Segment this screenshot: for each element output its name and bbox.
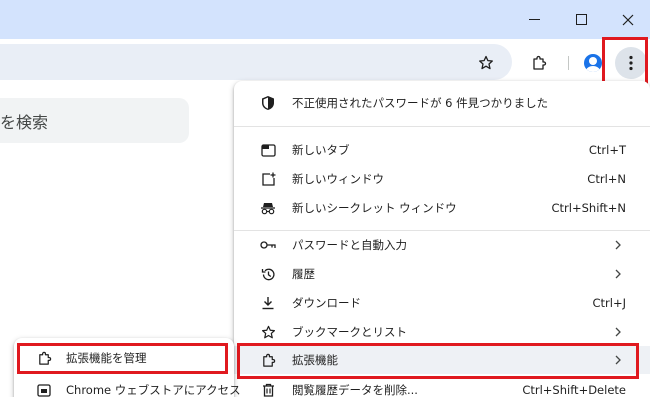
toolbar-divider [568,56,569,70]
bookmark-star-button[interactable] [470,47,502,79]
chevron-right-icon [612,326,624,338]
new-window-icon [260,171,276,187]
menu-item-shortcut: Ctrl+Shift+Delete [522,383,626,397]
webstore-icon [36,382,52,397]
trash-icon [260,382,276,397]
bookmark-star-icon [260,324,276,340]
menu-item-label: 新しいシークレット ウィンドウ [292,201,457,215]
history-icon [260,266,276,282]
new-tab-icon [260,142,276,158]
menu-item-label: 新しいタブ [292,143,350,157]
menu-item-label: パスワードと自動入力 [292,238,407,252]
menu-item-label: 履歴 [292,267,315,281]
incognito-icon [260,200,276,216]
menu-item-label: 新しいウィンドウ [292,172,384,186]
extensions-item-highlight [237,343,639,379]
menu-item-label: ダウンロード [292,296,361,310]
menu-item-incognito[interactable]: 新しいシークレット ウィンドウ Ctrl+Shift+N [234,194,650,222]
page-search-box[interactable]: を検索 [0,98,189,143]
key-icon [260,237,276,253]
shield-icon [260,95,276,111]
title-bar [0,0,650,39]
menu-item-label: 不正使用されたパスワードが 6 件見つかりました [292,96,549,110]
menu-item-passwords-autofill[interactable]: パスワードと自動入力 [234,231,650,259]
submenu-item-label: Chrome ウェブストアにアクセス [66,383,241,397]
maximize-icon [575,14,587,25]
page-search-placeholder: を検索 [0,113,49,132]
menu-item-compromised-passwords[interactable]: 不正使用されたパスワードが 6 件見つかりました [234,89,650,117]
address-bar[interactable] [0,44,512,80]
download-icon [260,295,276,311]
menu-item-shortcut: Ctrl+J [592,296,627,310]
menu-item-new-tab[interactable]: 新しいタブ Ctrl+T [234,136,650,164]
menu-item-shortcut: Ctrl+N [587,172,626,186]
menu-item-bookmarks-lists[interactable]: ブックマークとリスト [234,318,650,346]
chevron-right-icon [612,268,624,280]
star-icon [479,55,493,70]
maximize-button[interactable] [558,0,604,39]
manage-extensions-highlight [17,343,228,374]
close-button[interactable] [605,0,650,39]
menu-item-clear-browsing-data[interactable]: 閲覧履歴データを削除... Ctrl+Shift+Delete [234,376,650,397]
menu-item-label: 閲覧履歴データを削除... [292,383,418,397]
menu-divider [234,126,650,127]
close-icon [622,14,634,25]
menu-item-downloads[interactable]: ダウンロード Ctrl+J [234,289,650,317]
toolbar [0,39,650,86]
minimize-button[interactable] [511,0,557,39]
chevron-right-icon [612,239,624,251]
minimize-icon [528,19,540,20]
avatar-icon [584,54,602,72]
extension-icon [533,55,547,70]
submenu-item-chrome-web-store[interactable]: Chrome ウェブストアにアクセス [14,376,241,397]
menu-item-label: ブックマークとリスト [292,325,407,339]
menu-item-history[interactable]: 履歴 [234,260,650,288]
menu-item-new-window[interactable]: 新しいウィンドウ Ctrl+N [234,165,650,193]
extensions-button[interactable] [523,47,555,79]
menu-item-shortcut: Ctrl+T [588,143,626,157]
menu-item-shortcut: Ctrl+Shift+N [551,201,626,215]
